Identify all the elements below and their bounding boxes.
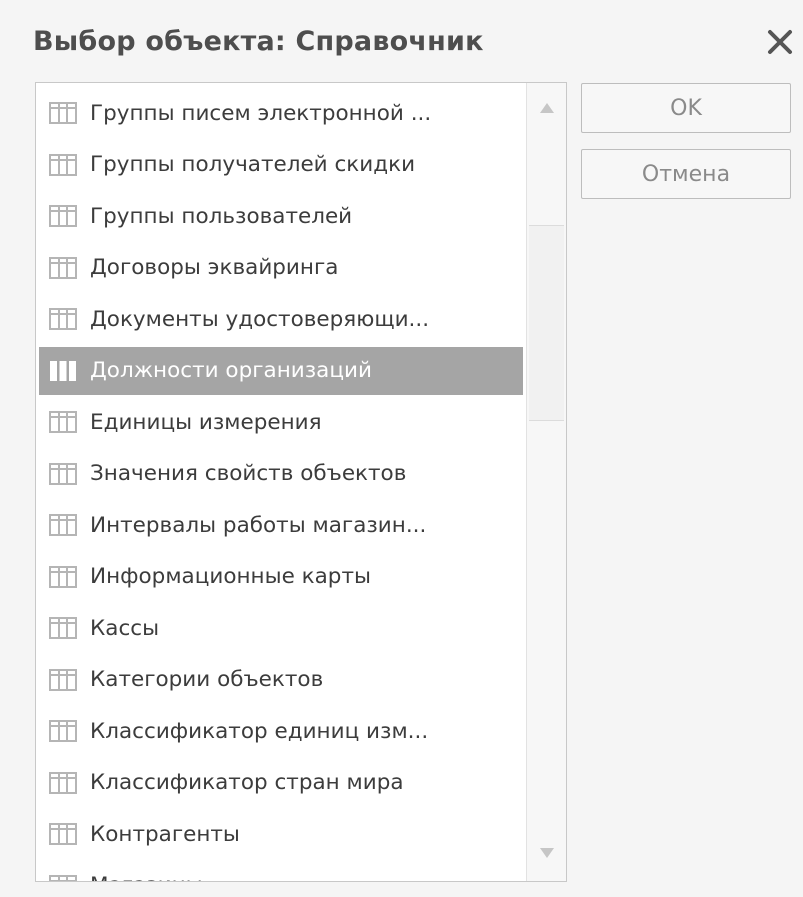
ok-button[interactable]: OK [581,83,791,133]
list-item[interactable]: Магазины [39,862,523,881]
catalog-table-icon [49,411,77,433]
catalog-table-icon [49,874,77,881]
list-item-label: Информационные карты [90,564,371,589]
catalog-table-icon [49,308,77,330]
vertical-scrollbar[interactable] [526,83,566,881]
list-item-label: Интервалы работы магазин... [90,512,427,538]
list-item-label: Кассы [90,615,160,641]
list-item[interactable]: Группы писем электронной ... [39,89,523,137]
list-item[interactable]: Договоры эквайринга [39,244,523,292]
dialog-title: Выбор объекта: Справочник [33,26,484,57]
catalog-table-icon [49,514,77,536]
catalog-table-icon [49,565,77,588]
catalog-table-icon [49,771,77,794]
list-item-label: Договоры эквайринга [90,255,339,280]
list-item[interactable]: Контрагенты [39,810,523,858]
catalog-list-items: Группы писем электронной ... Группы получ… [36,83,524,881]
close-icon [768,30,792,54]
catalog-table-icon [49,102,77,124]
list-item-label: Группы пользователей [90,203,353,229]
cancel-button[interactable]: Отмена [581,149,791,199]
list-item-label: Контрагенты [90,821,240,847]
scroll-down-icon [539,848,554,858]
catalog-list[interactable]: Группы писем электронной ... Группы получ… [35,82,567,882]
list-item[interactable]: Документы удостоверяющи... [39,295,523,343]
catalog-table-icon [50,360,76,381]
catalog-table-icon [49,720,77,742]
catalog-table-icon [49,823,77,845]
list-item[interactable]: Кассы [39,604,523,652]
catalog-table-icon [49,205,77,227]
list-item-label: Группы писем электронной ... [90,100,432,126]
title-bar: Выбор объекта: Справочник [0,0,803,82]
catalog-table-icon [49,617,77,639]
scroll-up-icon [539,103,554,113]
list-item-label: Классификатор единиц изм... [90,718,429,744]
scrollbar-thumb[interactable] [529,225,564,421]
list-item[interactable]: Классификатор единиц изм... [39,707,523,755]
list-item[interactable]: Должности организаций [39,346,523,395]
list-item-label: Значения свойств объектов [90,461,407,486]
list-item[interactable]: Значения свойств объектов [39,450,523,498]
select-object-dialog: Выбор объекта: Справочник Группы писем э… [0,0,803,897]
list-item-label: Категории объектов [90,667,324,692]
scroll-up-button[interactable] [527,86,566,130]
list-item-label: Классификатор стран мира [90,770,404,795]
list-item[interactable]: Единицы измерения [39,398,523,446]
list-item[interactable]: Информационные карты [39,553,523,601]
list-item[interactable]: Интервалы работы магазин... [39,501,523,549]
catalog-table-icon [49,668,77,691]
list-item-label: Магазины [90,873,203,881]
list-item[interactable]: Группы получателей скидки [39,141,523,189]
list-item[interactable]: Группы пользователей [39,192,523,240]
close-button[interactable] [760,20,800,64]
catalog-table-icon [49,153,77,176]
scroll-down-button[interactable] [527,831,566,875]
catalog-table-icon [49,462,77,485]
list-item-label: Документы удостоверяющи... [90,306,430,332]
list-item[interactable]: Классификатор стран мира [39,759,523,807]
list-item-label: Группы получателей скидки [90,152,416,177]
list-item[interactable]: Категории объектов [39,656,523,704]
list-item-label: Должности организаций [90,358,372,383]
catalog-table-icon [49,256,77,279]
list-item-label: Единицы измерения [90,409,322,435]
